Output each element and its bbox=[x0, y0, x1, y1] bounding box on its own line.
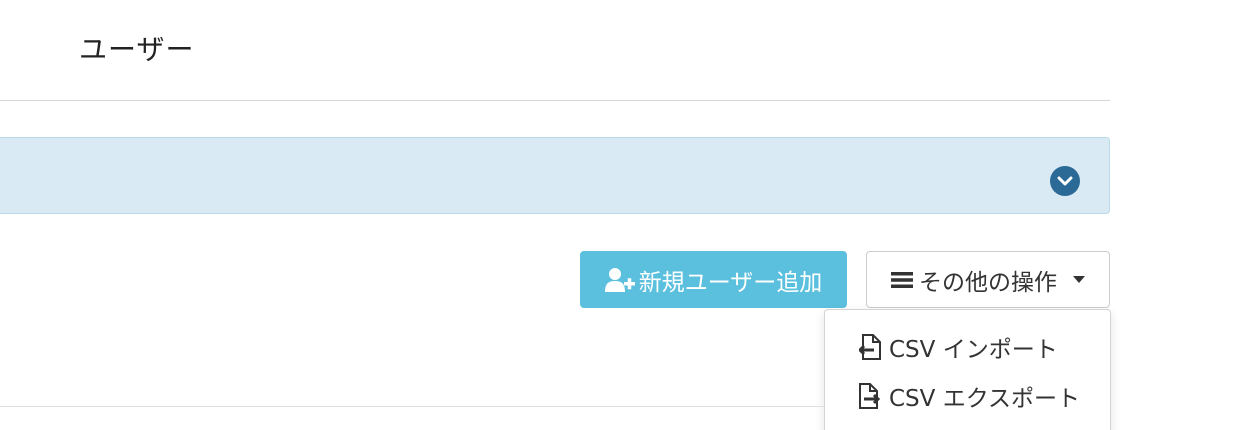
chevron-down-icon[interactable] bbox=[1050, 166, 1080, 196]
csv-export-label: CSV エクスポート bbox=[889, 386, 1081, 412]
bars-icon bbox=[891, 271, 913, 289]
add-user-label: 新規ユーザー追加 bbox=[638, 269, 823, 296]
add-user-button[interactable]: 新規ユーザー追加 bbox=[580, 251, 847, 308]
menu-item-csv-export[interactable]: CSV エクスポート bbox=[825, 373, 1110, 419]
more-actions-label: その他の操作 bbox=[919, 269, 1057, 296]
filter-panel bbox=[0, 137, 1110, 214]
page-title: ユーザー bbox=[79, 33, 195, 66]
users-page: ユーザー 新規ユーザー追加 その他の操作 CSV インポート CSV エクスポー… bbox=[0, 0, 1260, 430]
file-import-icon bbox=[859, 334, 881, 360]
title-divider bbox=[0, 100, 1110, 101]
more-actions-dropdown: CSV インポート CSV エクスポート bbox=[824, 309, 1111, 430]
more-actions-button[interactable]: その他の操作 bbox=[866, 251, 1110, 308]
user-plus-icon bbox=[604, 267, 635, 293]
caret-down-icon bbox=[1073, 276, 1085, 283]
menu-item-csv-import[interactable]: CSV インポート bbox=[825, 324, 1110, 370]
csv-import-label: CSV インポート bbox=[889, 337, 1058, 363]
content-divider bbox=[0, 406, 824, 407]
file-export-icon bbox=[859, 383, 881, 409]
